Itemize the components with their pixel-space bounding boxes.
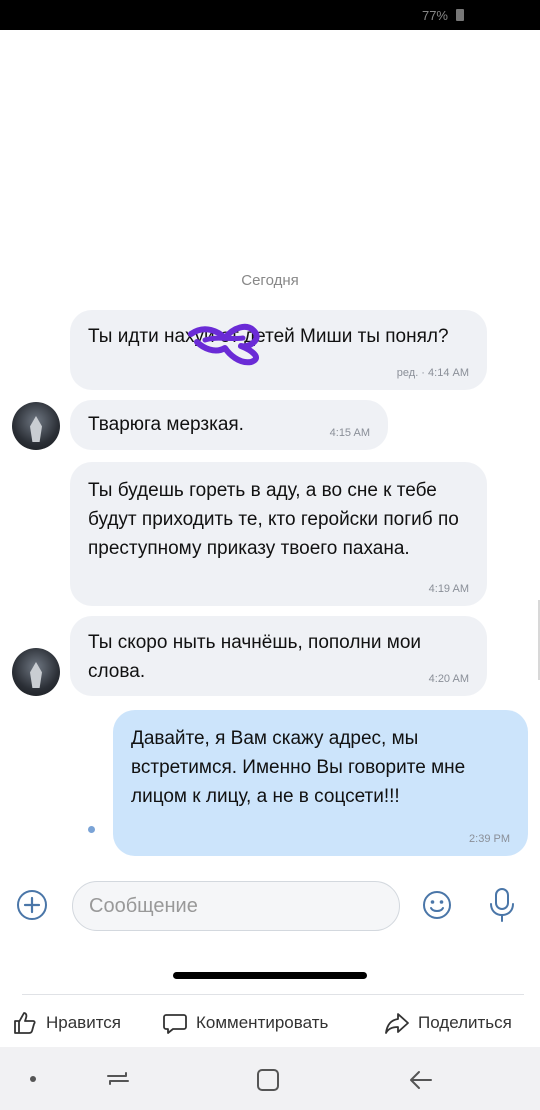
message-bubble[interactable]: Тварюга мерзкая. 4:15 AM [70, 400, 388, 450]
battery-percent: 77% [421, 8, 448, 23]
thumbs-up-icon [14, 1012, 36, 1034]
message-text: Ты будешь гореть в аду, а во сне к тебе … [88, 480, 459, 559]
plus-circle-icon[interactable] [16, 889, 48, 921]
home-indicator[interactable] [173, 972, 367, 979]
share-label: Поделиться [418, 1013, 512, 1032]
share-button[interactable]: Поделиться [384, 1008, 512, 1038]
message-time: 2:39 PM [469, 833, 510, 845]
avatar[interactable] [12, 648, 60, 696]
message-text: Давайте, я Вам скажу адрес, мы встретимс… [131, 728, 466, 807]
message-time: 4:15 AM [329, 427, 370, 439]
comment-icon [163, 1014, 187, 1034]
message-input[interactable]: Сообщение [72, 881, 400, 931]
message-bubble[interactable]: Ты скоро ныть начнёшь, пополни мои слова… [70, 616, 487, 696]
divider [22, 994, 524, 995]
like-button[interactable]: Нравится [12, 1008, 121, 1038]
message-composer: Сообщение [0, 875, 540, 935]
message-text: Ты идти нахуй от детей Миши ты понял? [88, 326, 449, 347]
post-actions: Нравится Комментировать Поделиться [0, 1004, 540, 1042]
emoji-icon[interactable] [422, 890, 452, 920]
date-separator: Сегодня [241, 272, 299, 289]
message-time: 4:19 AM [428, 583, 469, 595]
message-time: ред. · 4:14 AM [396, 367, 469, 379]
microphone-icon[interactable] [487, 887, 517, 923]
home-icon[interactable] [255, 1067, 281, 1093]
dot-indicator-icon [30, 1076, 36, 1082]
message-bubble[interactable]: Ты будешь гореть в аду, а во сне к тебе … [70, 462, 487, 606]
back-icon[interactable] [407, 1066, 435, 1094]
battery-icon [456, 9, 464, 21]
comment-label: Комментировать [196, 1013, 329, 1032]
share-icon [385, 1013, 409, 1034]
avatar[interactable] [12, 402, 60, 450]
scribble-overlay [188, 323, 260, 366]
comment-button[interactable]: Комментировать [162, 1008, 328, 1038]
message-bubble[interactable]: Ты идти нахуй от детей Миши ты понял? ре… [70, 310, 487, 390]
status-bar: 77% [0, 0, 540, 30]
message-bubble[interactable]: Давайте, я Вам скажу адрес, мы встретимс… [113, 710, 528, 856]
recent-apps-icon[interactable] [104, 1065, 132, 1093]
like-label: Нравится [46, 1013, 122, 1032]
message-time: 4:20 AM [428, 673, 469, 685]
message-text: Ты скоро ныть начнёшь, пополни мои слова… [88, 632, 422, 682]
unread-indicator [88, 826, 95, 833]
system-navigation-bar [0, 1047, 540, 1110]
